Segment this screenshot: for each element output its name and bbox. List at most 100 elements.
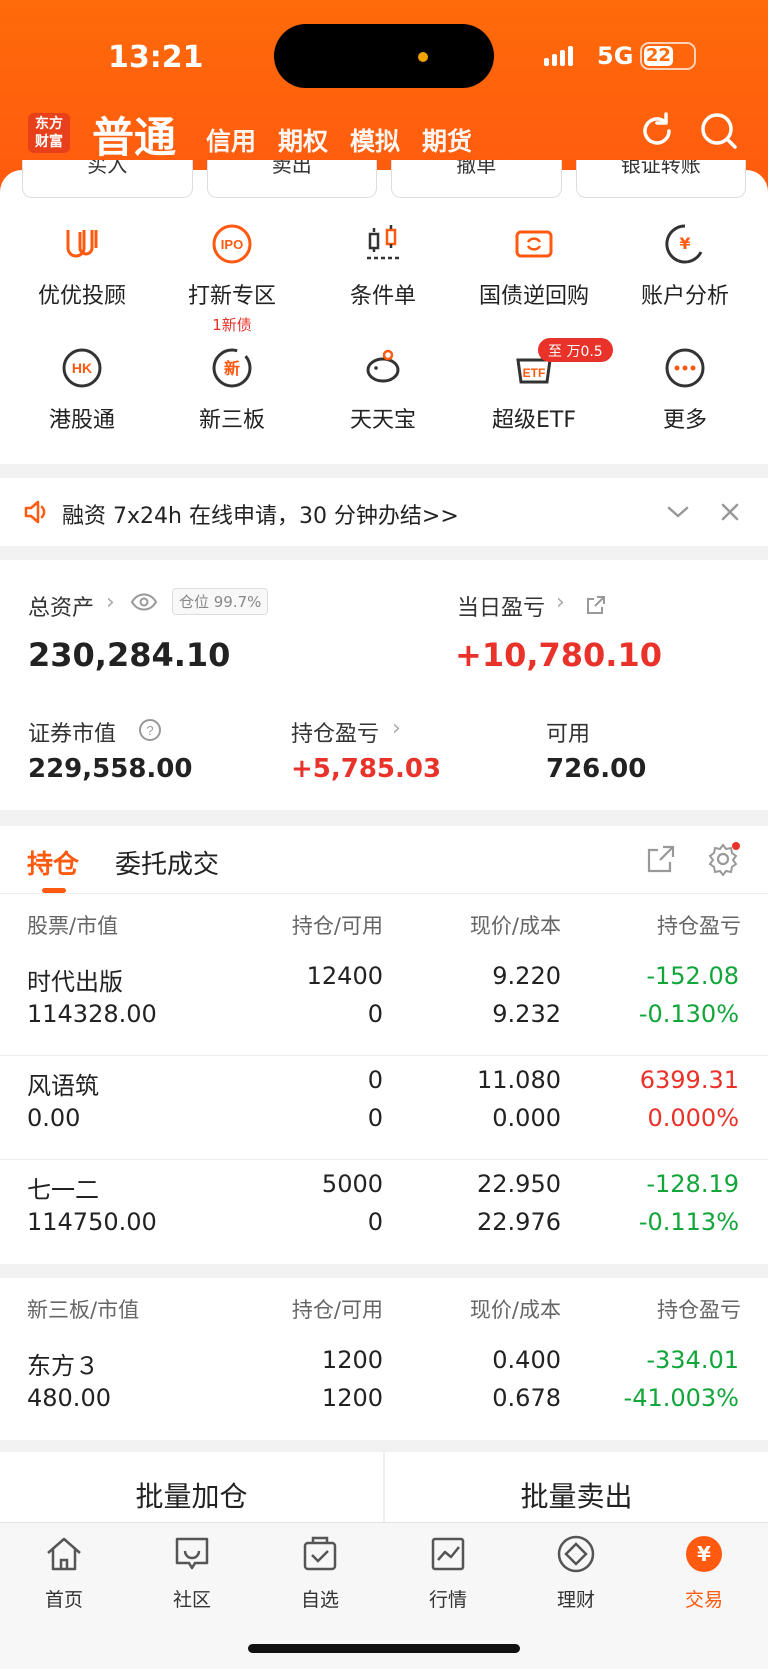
tab-label: 理财 — [556, 1589, 595, 1611]
total-assets-value: 230,284.10 — [28, 636, 231, 674]
new-bond-note: 1新债 — [212, 316, 252, 334]
grid-item-analysis[interactable]: ¥ 账户分析 — [609, 222, 761, 310]
holding-pnl-value: +5,785.03 — [291, 754, 442, 784]
tab-credit[interactable]: 信用 — [206, 122, 256, 158]
search-icon[interactable] — [698, 110, 740, 152]
holdings-panel: 持仓 委托成交 股票/市值 持仓/可用 现价/成本 持仓盈亏 时代出版 1143… — [0, 826, 768, 1264]
hold-qty: 0 — [367, 1066, 383, 1094]
cost-price: 0.000 — [492, 1104, 561, 1132]
badge-prefix: 至 — [548, 344, 562, 360]
grid-item-more[interactable]: 更多 — [609, 346, 761, 434]
svg-text:ETF: ETF — [523, 366, 546, 380]
help-icon[interactable]: ? — [138, 718, 162, 742]
grid-item-tiantianbao[interactable]: 天天宝 — [307, 346, 459, 434]
chevron-down-icon[interactable] — [666, 502, 690, 522]
grid-item-repo[interactable]: 国债逆回购 — [458, 222, 610, 310]
share-icon[interactable] — [585, 594, 607, 616]
badge-text: 万0.5 — [566, 344, 603, 360]
total-assets-label[interactable]: 总资产 — [28, 590, 94, 622]
promo-banner[interactable]: 融资 7x24h 在线申请，30 分钟办结>> — [0, 478, 768, 546]
grid-item-youyou[interactable]: 优优投顾 — [6, 222, 158, 310]
available-qty: 0 — [367, 1104, 383, 1132]
available-value: 726.00 — [546, 754, 647, 784]
eye-icon[interactable] — [130, 592, 158, 612]
batch-actions: 批量加仓 批量卖出 — [0, 1452, 768, 1522]
tab-orders[interactable]: 委托成交 — [115, 844, 219, 881]
export-icon[interactable] — [646, 844, 676, 874]
stock-market-value: 0.00 — [27, 1104, 81, 1132]
grid-label: 新三板 — [198, 408, 265, 433]
wealth-icon — [557, 1535, 595, 1573]
grid-item-ipo[interactable]: IPO 打新专区 1新债 — [156, 222, 308, 335]
tab-community[interactable]: 社区 — [128, 1533, 256, 1612]
bank-transfer-button[interactable]: 银证转账 — [575, 160, 746, 198]
stock-name: 风语筑 — [27, 1072, 99, 1100]
buy-button[interactable]: 买入 — [22, 160, 193, 198]
holding-row[interactable]: 东方３ 480.00 1200 1200 0.400 0.678 -334.01… — [0, 1336, 768, 1440]
grid-label: 打新专区 — [187, 284, 276, 309]
grid-item-condition[interactable]: 条件单 — [307, 222, 459, 310]
ipo-icon: IPO — [212, 224, 252, 264]
cancel-order-button[interactable]: 撤单 — [391, 160, 562, 198]
col-header-pnl[interactable]: 持仓盈亏 — [560, 1294, 741, 1324]
refresh-icon[interactable] — [636, 110, 678, 152]
tab-trade[interactable]: ¥ 交易 — [640, 1533, 768, 1612]
col-header-stock[interactable]: 股票/市值 — [27, 910, 118, 940]
tab-market[interactable]: 行情 — [384, 1533, 512, 1612]
market-value-label: 证券市值 — [28, 722, 117, 747]
battery-icon: 22 — [640, 42, 696, 70]
grid-item-hk[interactable]: HK 港股通 — [6, 346, 158, 434]
col-header-price[interactable]: 现价/成本 — [380, 910, 561, 940]
batch-sell-button[interactable]: 批量卖出 — [385, 1452, 768, 1522]
holding-pnl-label[interactable]: 持仓盈亏 — [291, 716, 379, 748]
tab-wealth[interactable]: 理财 — [512, 1533, 640, 1612]
tab-label: 自选 — [300, 1589, 339, 1611]
grid-label: 天天宝 — [349, 408, 416, 433]
pnl-percent: -0.130% — [638, 1000, 739, 1028]
available-qty: 0 — [367, 1208, 383, 1236]
col-header-pnl[interactable]: 持仓盈亏 — [560, 910, 741, 940]
home-indicator[interactable] — [248, 1644, 520, 1653]
holding-row[interactable]: 风语筑 0.00 0 0 11.080 0.000 6399.31 0.000% — [0, 1056, 768, 1160]
settings-gear-icon[interactable] — [706, 842, 740, 876]
holding-row[interactable]: 七一二 114750.00 5000 0 22.950 22.976 -128.… — [0, 1160, 768, 1264]
col-header-price[interactable]: 现价/成本 — [380, 1294, 561, 1324]
tab-options[interactable]: 期权 — [278, 122, 328, 158]
tab-label: 行情 — [428, 1589, 467, 1611]
col-header-neeq[interactable]: 新三板/市值 — [27, 1294, 139, 1324]
sell-button[interactable]: 卖出 — [206, 160, 377, 198]
holding-row[interactable]: 时代出版 114328.00 12400 0 9.220 9.232 -152.… — [0, 952, 768, 1056]
tab-indicator — [42, 888, 66, 893]
tab-futures[interactable]: 期货 — [422, 122, 472, 158]
grid-label: 港股通 — [48, 408, 115, 433]
signal-icon — [544, 44, 573, 66]
col-header-hold[interactable]: 持仓/可用 — [200, 910, 383, 940]
quick-actions: 买入 卖出 撤单 银证转账 — [22, 160, 746, 200]
more-icon — [665, 348, 705, 388]
current-price: 0.400 — [492, 1346, 561, 1374]
stock-name: 时代出版 — [27, 968, 123, 996]
home-icon — [47, 1537, 81, 1571]
col-header-hold[interactable]: 持仓/可用 — [200, 1294, 383, 1324]
account-type-normal[interactable]: 普通 — [92, 104, 176, 165]
pnl-amount: -334.01 — [646, 1346, 739, 1374]
tab-positions[interactable]: 持仓 — [27, 844, 79, 881]
grid-label: 账户分析 — [640, 284, 729, 309]
position-ratio-badge: 仓位 99.7% — [172, 588, 269, 615]
grid-item-neeq[interactable]: 新 新三板 — [156, 346, 308, 434]
hk-icon: HK — [62, 348, 102, 388]
battery-level: 22 — [644, 45, 673, 66]
app-logo: 东方 财富 — [28, 113, 70, 153]
batch-add-button[interactable]: 批量加仓 — [0, 1452, 383, 1522]
tab-simulation[interactable]: 模拟 — [350, 122, 400, 158]
function-row-2: HK 港股通 新 新三板 天天宝 ETF 超级ETF 更多 — [0, 346, 768, 456]
watchlist-icon — [303, 1536, 337, 1571]
close-icon[interactable] — [718, 500, 742, 524]
tab-home[interactable]: 首页 — [0, 1533, 128, 1612]
tab-watchlist[interactable]: 自选 — [256, 1533, 384, 1612]
stock-market-value: 114328.00 — [27, 1000, 157, 1028]
current-price: 9.220 — [492, 962, 561, 990]
hold-qty: 1200 — [321, 1346, 383, 1374]
chevron-right-icon: › — [556, 590, 565, 615]
daily-pnl-label[interactable]: 当日盈亏 — [457, 590, 545, 622]
